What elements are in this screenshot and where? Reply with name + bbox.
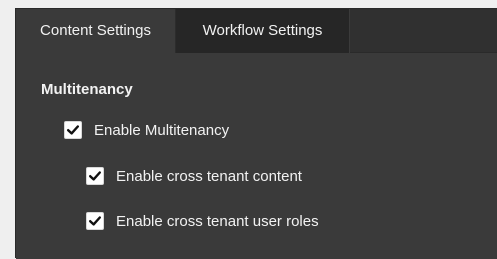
enable-cross-tenant-content-checkbox[interactable] <box>86 167 104 185</box>
option-enable-cross-tenant-content[interactable]: Enable cross tenant content <box>86 165 302 187</box>
checkmark-icon <box>89 171 101 181</box>
option-enable-cross-tenant-user-roles[interactable]: Enable cross tenant user roles <box>86 210 319 232</box>
content-settings-panel: Multitenancy Enable Multitenancy Enable … <box>16 53 497 259</box>
checkmark-icon <box>89 216 101 226</box>
settings-window: Content Settings Workflow Settings Multi… <box>15 8 497 259</box>
enable-cross-tenant-user-roles-label: Enable cross tenant user roles <box>116 212 319 230</box>
enable-multitenancy-checkbox[interactable] <box>64 121 82 139</box>
enable-cross-tenant-content-label: Enable cross tenant content <box>116 167 302 185</box>
tab-workflow-settings[interactable]: Workflow Settings <box>176 9 350 53</box>
section-title-multitenancy: Multitenancy <box>41 81 133 98</box>
checkmark-icon <box>67 125 79 135</box>
enable-multitenancy-label: Enable Multitenancy <box>94 121 230 139</box>
tab-bar: Content Settings Workflow Settings <box>16 9 497 53</box>
enable-cross-tenant-user-roles-checkbox[interactable] <box>86 212 104 230</box>
tab-content-settings[interactable]: Content Settings <box>16 9 176 53</box>
option-enable-multitenancy[interactable]: Enable Multitenancy <box>64 119 229 141</box>
